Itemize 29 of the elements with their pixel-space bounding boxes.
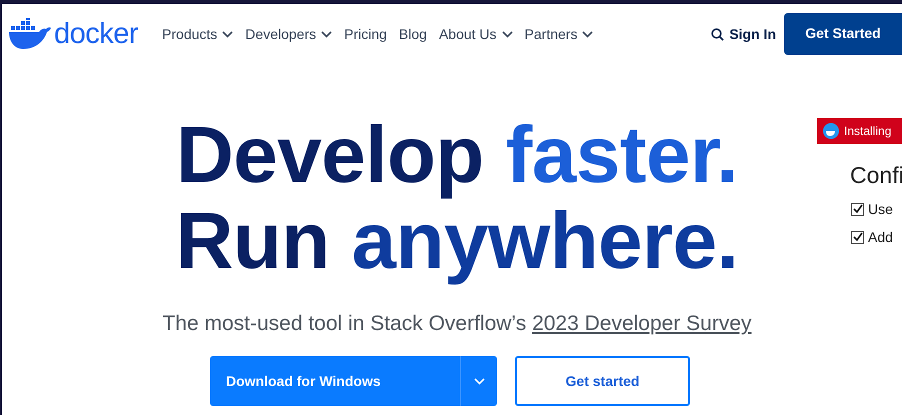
installer-title: Installing	[844, 124, 892, 138]
whale-logo-icon[interactable]	[8, 18, 52, 50]
chevron-down-icon	[582, 30, 594, 38]
sign-in-link[interactable]: Sign In	[711, 26, 776, 42]
headline-word: faster.	[506, 115, 738, 195]
checkbox[interactable]	[851, 202, 864, 216]
survey-link[interactable]: 2023 Developer Survey	[532, 312, 752, 335]
installer-heading: Confi	[850, 162, 902, 189]
chevron-down-icon	[474, 378, 484, 384]
chevron-down-icon	[222, 30, 234, 38]
subtitle: The most-used tool in Stack Overflow’s 2023 Developer Survey	[162, 312, 752, 336]
get-started-button[interactable]: Get Started	[784, 13, 902, 55]
nav-link[interactable]: Developers	[245, 26, 332, 42]
headline-word: Run	[176, 201, 330, 281]
option-label: Use	[868, 201, 893, 217]
nav-link[interactable]: About Us	[438, 26, 513, 42]
chevron-down-icon	[502, 30, 513, 38]
whale-icon	[823, 123, 839, 139]
search-icon	[711, 28, 724, 40]
nav-link[interactable]: Products	[162, 26, 234, 42]
chevron-down-icon	[321, 30, 332, 38]
option-label: Add	[868, 229, 893, 245]
nav-link[interactable]: Blog	[398, 26, 427, 42]
nav-link[interactable]: Pricing	[344, 26, 387, 42]
logo-wordmark[interactable]: docker	[54, 18, 138, 50]
nav-link[interactable]: Partners	[524, 26, 594, 42]
download-button[interactable]: Download for Windows	[210, 356, 497, 406]
get-started-button[interactable]: Get started	[515, 356, 690, 406]
checkbox[interactable]	[851, 230, 864, 244]
